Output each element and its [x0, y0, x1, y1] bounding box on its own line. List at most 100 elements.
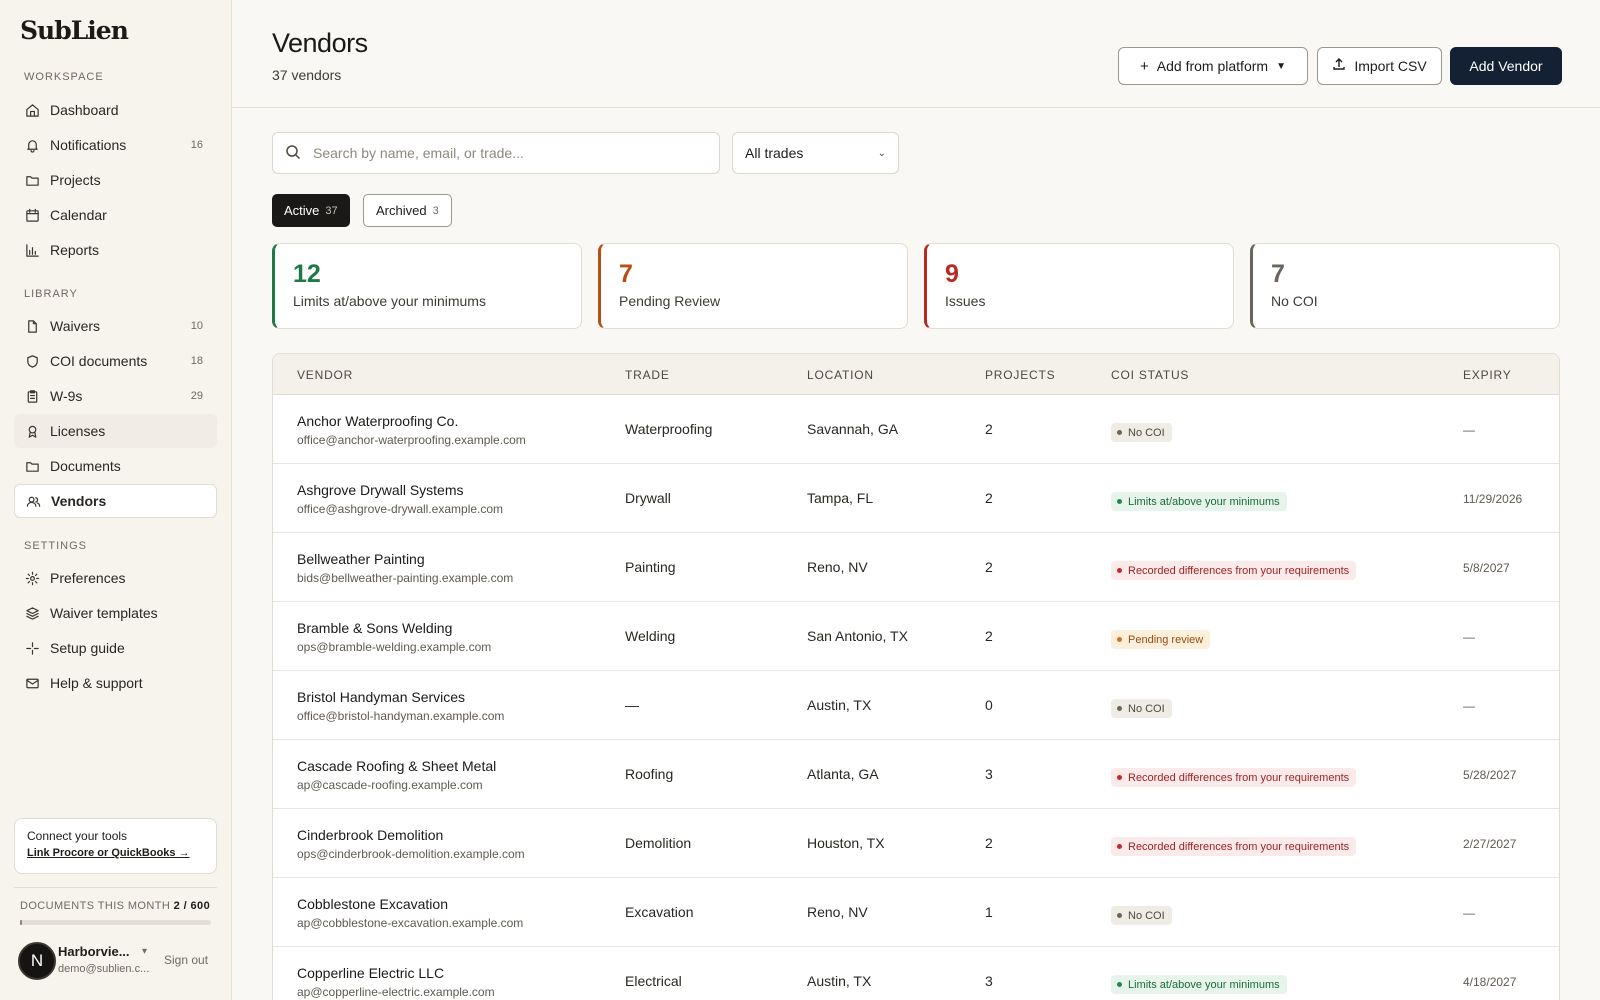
vendor-projects: 2	[985, 490, 993, 506]
table-header: VENDOR TRADE LOCATION PROJECTS COI STATUS EXP…	[273, 354, 1559, 395]
vendor-projects: 3	[985, 973, 993, 989]
stat-card-limits[interactable]: 12 Limits at/above your minimums	[272, 243, 582, 329]
vendor-location: Reno, NV	[807, 904, 868, 920]
vendor-projects: 3	[985, 766, 993, 782]
stat-card-pending-review[interactable]: 7 Pending Review	[598, 243, 908, 329]
table-row[interactable]: Anchor Waterproofing Co. office@anchor-w…	[273, 395, 1559, 464]
vendor-trade: Waterproofing	[625, 421, 713, 437]
sidebar-item-label: Reports	[50, 242, 100, 258]
sidebar-item-dashboard[interactable]: Dashboard	[14, 93, 217, 127]
table-row[interactable]: Ashgrove Drywall Systems office@ashgrove…	[273, 464, 1559, 533]
search-icon	[285, 144, 301, 163]
coi-status-label: No COI	[1128, 909, 1165, 922]
column-header[interactable]: LOCATION	[807, 368, 874, 382]
sidebar-item-help-support[interactable]: Help & support	[14, 666, 217, 700]
sidebar-item-vendors[interactable]: Vendors	[14, 484, 217, 518]
tab-active-label: Active	[284, 203, 320, 218]
table-row[interactable]: Copperline Electric LLC ap@copperline-el…	[273, 947, 1559, 1000]
tab-active[interactable]: Active 37	[272, 194, 350, 227]
coi-status-badge: Recorded differences from your requireme…	[1111, 837, 1357, 856]
vendor-email: office@anchor-waterproofing.example.com	[297, 433, 526, 447]
vendor-location: Austin, TX	[807, 973, 872, 989]
coi-status-badge: No COI	[1111, 906, 1172, 925]
status-dot-icon	[1117, 637, 1122, 642]
column-header[interactable]: PROJECTS	[985, 368, 1055, 382]
vendor-name[interactable]: Bramble & Sons Welding	[297, 620, 452, 636]
import-csv-label: Import CSV	[1354, 58, 1427, 74]
vendor-name[interactable]: Bristol Handyman Services	[297, 689, 465, 705]
vendor-name[interactable]: Anchor Waterproofing Co.	[297, 413, 458, 429]
vendor-name[interactable]: Copperline Electric LLC	[297, 965, 444, 981]
table-row[interactable]: Bramble & Sons Welding ops@bramble-weldi…	[273, 602, 1559, 671]
table-row[interactable]: Bellweather Painting bids@bellweather-pa…	[273, 533, 1559, 602]
sidebar-item-preferences[interactable]: Preferences	[14, 561, 217, 595]
stat-value: 7	[1271, 260, 1285, 288]
chevron-down-icon[interactable]: ▾	[142, 946, 147, 957]
status-dot-icon	[1117, 982, 1122, 987]
stat-card-no-coi[interactable]: 7 No COI	[1250, 243, 1560, 329]
trade-filter-select[interactable]: All trades ⌄	[732, 132, 899, 174]
sidebar-item-label: Preferences	[50, 570, 126, 586]
column-header[interactable]: VENDOR	[297, 368, 353, 382]
page-header: Vendors 37 vendors + Add from platform ▼…	[232, 0, 1600, 108]
sidebar-item-w-9s[interactable]: W-9s 29	[14, 379, 217, 413]
vendor-projects: 1	[985, 904, 993, 920]
sidebar-item-waivers[interactable]: Waivers 10	[14, 309, 217, 343]
vendor-name[interactable]: Cobblestone Excavation	[297, 896, 448, 912]
coi-status-label: Recorded differences from your requireme…	[1128, 840, 1350, 853]
vendor-location: Tampa, FL	[807, 490, 874, 506]
vendor-name[interactable]: Cascade Roofing & Sheet Metal	[297, 758, 496, 774]
add-from-platform-label: Add from platform	[1156, 58, 1269, 74]
table-row[interactable]: Cobblestone Excavation ap@cobblestone-ex…	[273, 878, 1559, 947]
app-logo[interactable]: SubLien	[20, 16, 129, 45]
avatar[interactable]: N	[18, 942, 56, 980]
coi-status-label: Recorded differences from your requireme…	[1128, 771, 1350, 784]
column-header[interactable]: TRADE	[625, 368, 670, 382]
table-row[interactable]: Cascade Roofing & Sheet Metal ap@cascade…	[273, 740, 1559, 809]
status-dot-icon	[1117, 844, 1122, 849]
table-row[interactable]: Cinderbrook Demolition ops@cinderbrook-d…	[273, 809, 1559, 878]
add-vendor-button[interactable]: Add Vendor	[1450, 47, 1562, 85]
sign-out-button[interactable]: Sign out	[164, 953, 208, 967]
vendor-location: Houston, TX	[807, 835, 885, 851]
status-dot-icon	[1117, 706, 1122, 711]
import-csv-button[interactable]: Import CSV	[1317, 47, 1442, 85]
search-box[interactable]	[272, 132, 720, 174]
sidebar-item-reports[interactable]: Reports	[14, 233, 217, 267]
coi-status-label: Pending review	[1128, 633, 1204, 646]
vendor-email: ap@copperline-electric.example.com	[297, 985, 495, 999]
sidebar-item-coi-documents[interactable]: COI documents 18	[14, 344, 217, 378]
file-icon	[24, 318, 40, 334]
column-header[interactable]: EXPIRY	[1463, 368, 1512, 382]
stat-card-issues[interactable]: 9 Issues	[924, 243, 1234, 329]
connect-tools-title: Connect your tools	[27, 829, 128, 843]
coi-expiry: —	[1463, 699, 1475, 713]
sidebar-item-count: 18	[190, 355, 203, 367]
sidebar-item-waiver-templates[interactable]: Waiver templates	[14, 596, 217, 630]
tab-archived-count: 3	[432, 204, 439, 217]
account-name[interactable]: Harborvie...	[58, 944, 130, 959]
connect-tools-card: Connect your tools Link Procore or Quick…	[14, 818, 217, 874]
tab-archived[interactable]: Archived 3	[363, 194, 452, 227]
column-header[interactable]: COI STATUS	[1111, 368, 1189, 382]
sidebar-item-documents[interactable]: Documents	[14, 449, 217, 483]
sidebar-item-projects[interactable]: Projects	[14, 163, 217, 197]
vendor-name[interactable]: Bellweather Painting	[297, 551, 425, 567]
vendor-name[interactable]: Ashgrove Drywall Systems	[297, 482, 464, 498]
sidebar-item-calendar[interactable]: Calendar	[14, 198, 217, 232]
sidebar-item-setup-guide[interactable]: Setup guide	[14, 631, 217, 665]
stat-value: 7	[619, 260, 633, 288]
vendor-email: ops@cinderbrook-demolition.example.com	[297, 847, 525, 861]
coi-status-label: Limits at/above your minimums	[1128, 495, 1280, 508]
chevron-down-icon: ▼	[1276, 60, 1286, 72]
tab-archived-label: Archived	[376, 203, 427, 218]
vendor-count: 37 vendors	[272, 67, 342, 83]
connect-tools-link[interactable]: Link Procore or QuickBooks →	[27, 847, 204, 859]
upload-icon	[1332, 57, 1346, 75]
sidebar-item-notifications[interactable]: Notifications 16	[14, 128, 217, 162]
vendor-name[interactable]: Cinderbrook Demolition	[297, 827, 443, 843]
table-row[interactable]: Bristol Handyman Services office@bristol…	[273, 671, 1559, 740]
sidebar-item-licenses[interactable]: Licenses	[14, 414, 217, 448]
search-input[interactable]	[313, 145, 703, 161]
add-from-platform-button[interactable]: + Add from platform ▼	[1118, 47, 1308, 85]
